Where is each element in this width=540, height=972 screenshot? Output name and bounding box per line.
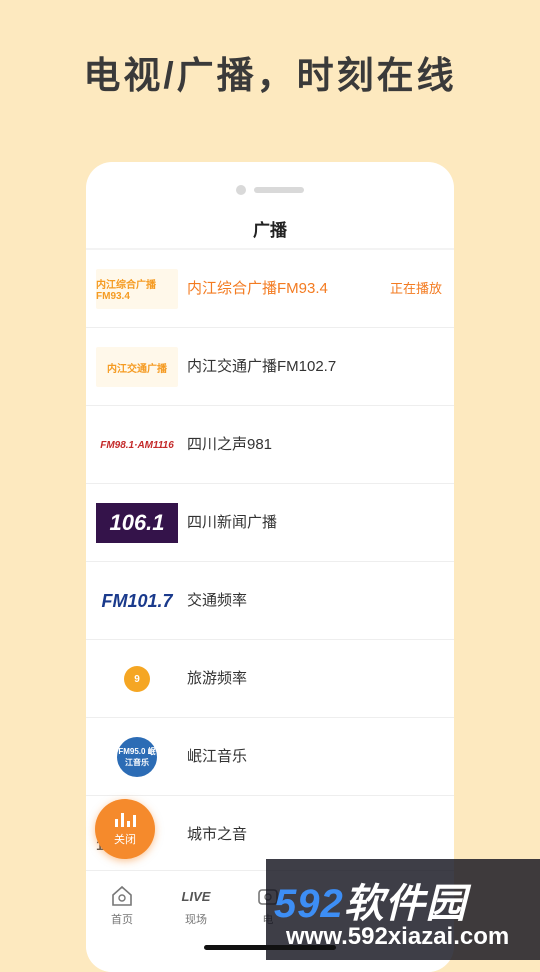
station-name: 内江交通广播FM102.7 [187, 358, 337, 375]
neijiang-traffic-logo: 内江交通广播 [96, 347, 178, 387]
tab-live-label: 现场 [185, 914, 207, 926]
tab-home[interactable]: 首页 [86, 885, 158, 927]
station-row[interactable]: FM98.1·AM1116 四川之声981 [86, 406, 454, 484]
watermark-number: 592 [274, 882, 344, 926]
station-name: 城市之音 [187, 826, 248, 843]
minjiang-logo-badge: FM95.0 岷江音乐 [117, 737, 157, 777]
travel-logo-badge: 9 [124, 666, 150, 692]
sichuan-voice-logo: FM98.1·AM1116 [100, 439, 174, 451]
speaker-slot [254, 187, 304, 193]
home-icon [86, 885, 158, 907]
traffic-frequency-logo: FM101.7 [101, 590, 173, 611]
neijiang-general-logo: 内江综合广播 FM93.4 [96, 269, 178, 309]
close-label: 关闭 [114, 834, 136, 846]
station-row[interactable]: 内江交通广播 内江交通广播FM102.7 [86, 328, 454, 406]
home-indicator [204, 945, 336, 950]
station-row[interactable]: FM95.0 岷江音乐 岷江音乐 [86, 718, 454, 796]
tab-live[interactable]: LIVE 现场 [160, 885, 232, 927]
audio-bars-icon [95, 811, 155, 827]
watermark-logo: 592软件园 [274, 871, 467, 929]
station-row[interactable]: 106.1 四川新闻广播 [86, 484, 454, 562]
screen-title: 广播 [253, 221, 287, 240]
now-playing-status: 正在播放 [389, 281, 442, 296]
tab-home-label: 首页 [111, 914, 133, 926]
live-icon-text: LIVE [181, 888, 211, 904]
headline: 电视/广播，时刻在线 [83, 55, 457, 96]
station-list: 内江综合广播 FM93.4 内江综合广播FM93.4 正在播放 内江交通广播 内… [86, 248, 454, 874]
watermark-text: 软件园 [343, 882, 467, 926]
station-name: 内江综合广播FM93.4 [187, 280, 328, 297]
station-row[interactable]: 9 旅游频率 [86, 640, 454, 718]
camera-dot [236, 185, 246, 195]
station-row[interactable]: 内江综合广播 FM93.4 内江综合广播FM93.4 正在播放 [86, 250, 454, 328]
station-name: 四川之声981 [187, 436, 273, 453]
station-row[interactable]: FM101.7 交通频率 [86, 562, 454, 640]
station-name: 岷江音乐 [187, 748, 248, 765]
player-close-button[interactable]: 关闭 [95, 799, 155, 859]
station-name: 交通频率 [187, 592, 248, 609]
sichuan-news-logo: 106.1 [96, 503, 178, 543]
live-icon: LIVE [160, 885, 232, 907]
travel-frequency-logo: 9 [96, 659, 178, 699]
minjiang-music-logo: FM95.0 岷江音乐 [96, 737, 178, 777]
station-name: 旅游频率 [187, 670, 248, 687]
station-name: 四川新闻广播 [187, 514, 278, 531]
